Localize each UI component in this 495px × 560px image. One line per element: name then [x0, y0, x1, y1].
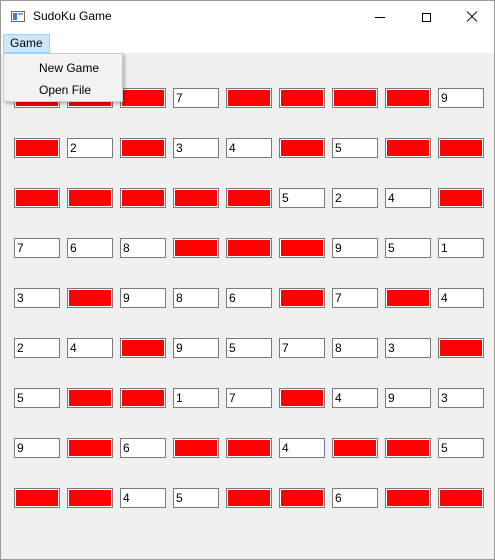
sudoku-cell-r5c8[interactable] — [385, 288, 431, 308]
sudoku-cell-r7c6[interactable] — [279, 388, 325, 408]
sudoku-cell-r1c3[interactable] — [120, 88, 166, 108]
sudoku-cell-r3c4[interactable] — [173, 188, 219, 208]
minimize-icon — [375, 16, 385, 18]
sudoku-cell-r8c7[interactable] — [332, 438, 378, 458]
sudoku-cell-r4c5[interactable] — [226, 238, 272, 258]
app-icon — [11, 11, 25, 22]
sudoku-cell-r5c6[interactable] — [279, 288, 325, 308]
minimize-button[interactable] — [357, 1, 403, 33]
menu-item-new-game[interactable]: New Game — [5, 57, 121, 79]
sudoku-cell-r7c5[interactable]: 7 — [226, 388, 272, 408]
sudoku-cell-r1c6[interactable] — [279, 88, 325, 108]
sudoku-cell-r5c4[interactable]: 8 — [173, 288, 219, 308]
sudoku-cell-r5c1[interactable]: 3 — [14, 288, 60, 308]
sudoku-cell-r6c6[interactable]: 7 — [279, 338, 325, 358]
sudoku-cell-r4c6[interactable] — [279, 238, 325, 258]
sudoku-cell-r6c8[interactable]: 3 — [385, 338, 431, 358]
sudoku-cell-r2c7[interactable]: 5 — [332, 138, 378, 158]
sudoku-cell-r9c3[interactable]: 4 — [120, 488, 166, 508]
sudoku-cell-r1c7[interactable] — [332, 88, 378, 108]
sudoku-cell-r3c5[interactable] — [226, 188, 272, 208]
sudoku-cell-r4c3[interactable]: 8 — [120, 238, 166, 258]
sudoku-cell-r1c5[interactable] — [226, 88, 272, 108]
sudoku-cell-r8c3[interactable]: 6 — [120, 438, 166, 458]
sudoku-cell-r7c3[interactable] — [120, 388, 166, 408]
sudoku-cell-r4c8[interactable]: 5 — [385, 238, 431, 258]
sudoku-cell-r9c7[interactable]: 6 — [332, 488, 378, 508]
sudoku-cell-r6c2[interactable]: 4 — [67, 338, 113, 358]
sudoku-cell-r4c4[interactable] — [173, 238, 219, 258]
sudoku-cell-r6c9[interactable] — [438, 338, 484, 358]
sudoku-cell-r9c4[interactable]: 5 — [173, 488, 219, 508]
sudoku-cell-r8c4[interactable] — [173, 438, 219, 458]
sudoku-cell-r9c2[interactable] — [67, 488, 113, 508]
sudoku-cell-r2c9[interactable] — [438, 138, 484, 158]
sudoku-cell-r5c5[interactable]: 6 — [226, 288, 272, 308]
sudoku-cell-r7c1[interactable]: 5 — [14, 388, 60, 408]
maximize-button[interactable] — [403, 1, 449, 33]
sudoku-cell-r2c1[interactable] — [14, 138, 60, 158]
sudoku-cell-r7c2[interactable] — [67, 388, 113, 408]
sudoku-cell-r3c6[interactable]: 5 — [279, 188, 325, 208]
sudoku-cell-r4c7[interactable]: 9 — [332, 238, 378, 258]
sudoku-cell-r8c6[interactable]: 4 — [279, 438, 325, 458]
sudoku-cell-r5c3[interactable]: 9 — [120, 288, 166, 308]
sudoku-cell-r8c1[interactable]: 9 — [14, 438, 60, 458]
menu-game[interactable]: Game — [3, 34, 50, 53]
close-button[interactable] — [449, 1, 494, 33]
sudoku-cell-r7c7[interactable]: 4 — [332, 388, 378, 408]
sudoku-cell-r4c1[interactable]: 7 — [14, 238, 60, 258]
sudoku-cell-r3c2[interactable] — [67, 188, 113, 208]
sudoku-cell-r9c1[interactable] — [14, 488, 60, 508]
sudoku-board: 7923455247689513986742495783517493964545… — [1, 53, 494, 559]
menu-item-open-file[interactable]: Open File — [5, 79, 121, 101]
window-title: SudoKu Game — [33, 9, 112, 23]
sudoku-cell-r6c7[interactable]: 8 — [332, 338, 378, 358]
sudoku-cell-r3c8[interactable]: 4 — [385, 188, 431, 208]
sudoku-cell-r3c9[interactable] — [438, 188, 484, 208]
close-icon — [466, 11, 478, 23]
sudoku-cell-r5c2[interactable] — [67, 288, 113, 308]
game-menu-dropdown: New Game Open File — [3, 53, 123, 102]
sudoku-cell-r2c4[interactable]: 3 — [173, 138, 219, 158]
maximize-icon — [421, 12, 431, 22]
sudoku-cell-r8c5[interactable] — [226, 438, 272, 458]
sudoku-cell-r6c3[interactable] — [120, 338, 166, 358]
sudoku-cell-r7c4[interactable]: 1 — [173, 388, 219, 408]
sudoku-cell-r3c7[interactable]: 2 — [332, 188, 378, 208]
sudoku-cell-r5c9[interactable]: 4 — [438, 288, 484, 308]
sudoku-cell-r6c5[interactable]: 5 — [226, 338, 272, 358]
sudoku-cell-r2c6[interactable] — [279, 138, 325, 158]
sudoku-cell-r8c8[interactable] — [385, 438, 431, 458]
sudoku-cell-r9c9[interactable] — [438, 488, 484, 508]
sudoku-cell-r1c8[interactable] — [385, 88, 431, 108]
sudoku-cell-r5c7[interactable]: 7 — [332, 288, 378, 308]
sudoku-cell-r6c1[interactable]: 2 — [14, 338, 60, 358]
sudoku-cell-r3c1[interactable] — [14, 188, 60, 208]
sudoku-cell-r2c8[interactable] — [385, 138, 431, 158]
sudoku-cell-r2c3[interactable] — [120, 138, 166, 158]
sudoku-cell-r1c9[interactable]: 9 — [438, 88, 484, 108]
sudoku-cell-r4c9[interactable]: 1 — [438, 238, 484, 258]
sudoku-cell-r8c9[interactable]: 5 — [438, 438, 484, 458]
sudoku-cell-r9c5[interactable] — [226, 488, 272, 508]
sudoku-cell-r9c8[interactable] — [385, 488, 431, 508]
app-window: SudoKu Game Game 79234552476895139867424… — [0, 0, 495, 560]
sudoku-cell-r9c6[interactable] — [279, 488, 325, 508]
sudoku-cell-r4c2[interactable]: 6 — [67, 238, 113, 258]
sudoku-cell-r8c2[interactable] — [67, 438, 113, 458]
sudoku-cell-r2c5[interactable]: 4 — [226, 138, 272, 158]
sudoku-cell-r1c4[interactable]: 7 — [173, 88, 219, 108]
sudoku-cell-r3c3[interactable] — [120, 188, 166, 208]
sudoku-cell-r6c4[interactable]: 9 — [173, 338, 219, 358]
menu-bar: Game — [1, 33, 494, 53]
sudoku-cell-r7c8[interactable]: 9 — [385, 388, 431, 408]
title-bar[interactable]: SudoKu Game — [1, 1, 494, 33]
sudoku-cell-r7c9[interactable]: 3 — [438, 388, 484, 408]
sudoku-cell-r2c2[interactable]: 2 — [67, 138, 113, 158]
